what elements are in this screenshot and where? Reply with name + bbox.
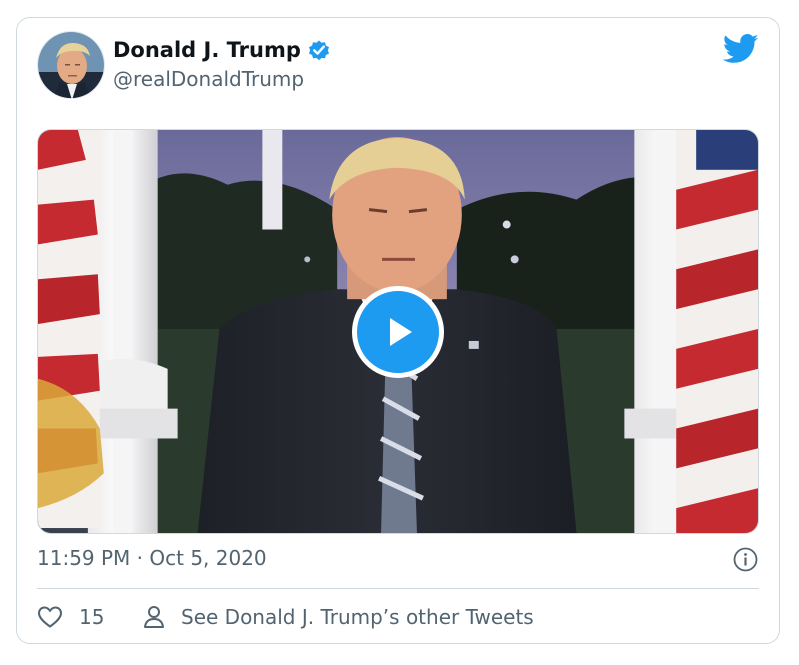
like-count: 15 [79,605,105,629]
info-icon[interactable] [733,547,758,572]
see-other-tweets-link[interactable]: See Donald J. Trump’s other Tweets [143,604,534,630]
divider [37,588,759,589]
author-name[interactable]: Donald J. Trump [113,38,301,62]
play-button[interactable] [352,286,444,378]
twitter-bird-icon[interactable] [722,34,759,64]
verified-badge-icon [307,38,331,62]
person-icon [144,606,164,628]
play-icon [390,318,412,346]
author-handle[interactable]: @realDonaldTrump [113,67,304,91]
author-name-row[interactable]: Donald J. Trump [113,38,331,62]
like-button[interactable]: 15 [37,604,104,630]
see-other-tweets-label: See Donald J. Trump’s other Tweets [181,605,534,629]
avatar[interactable] [37,31,105,99]
heart-icon [37,606,63,628]
tweet-timestamp[interactable]: 11:59 PM · Oct 5, 2020 [37,546,267,570]
